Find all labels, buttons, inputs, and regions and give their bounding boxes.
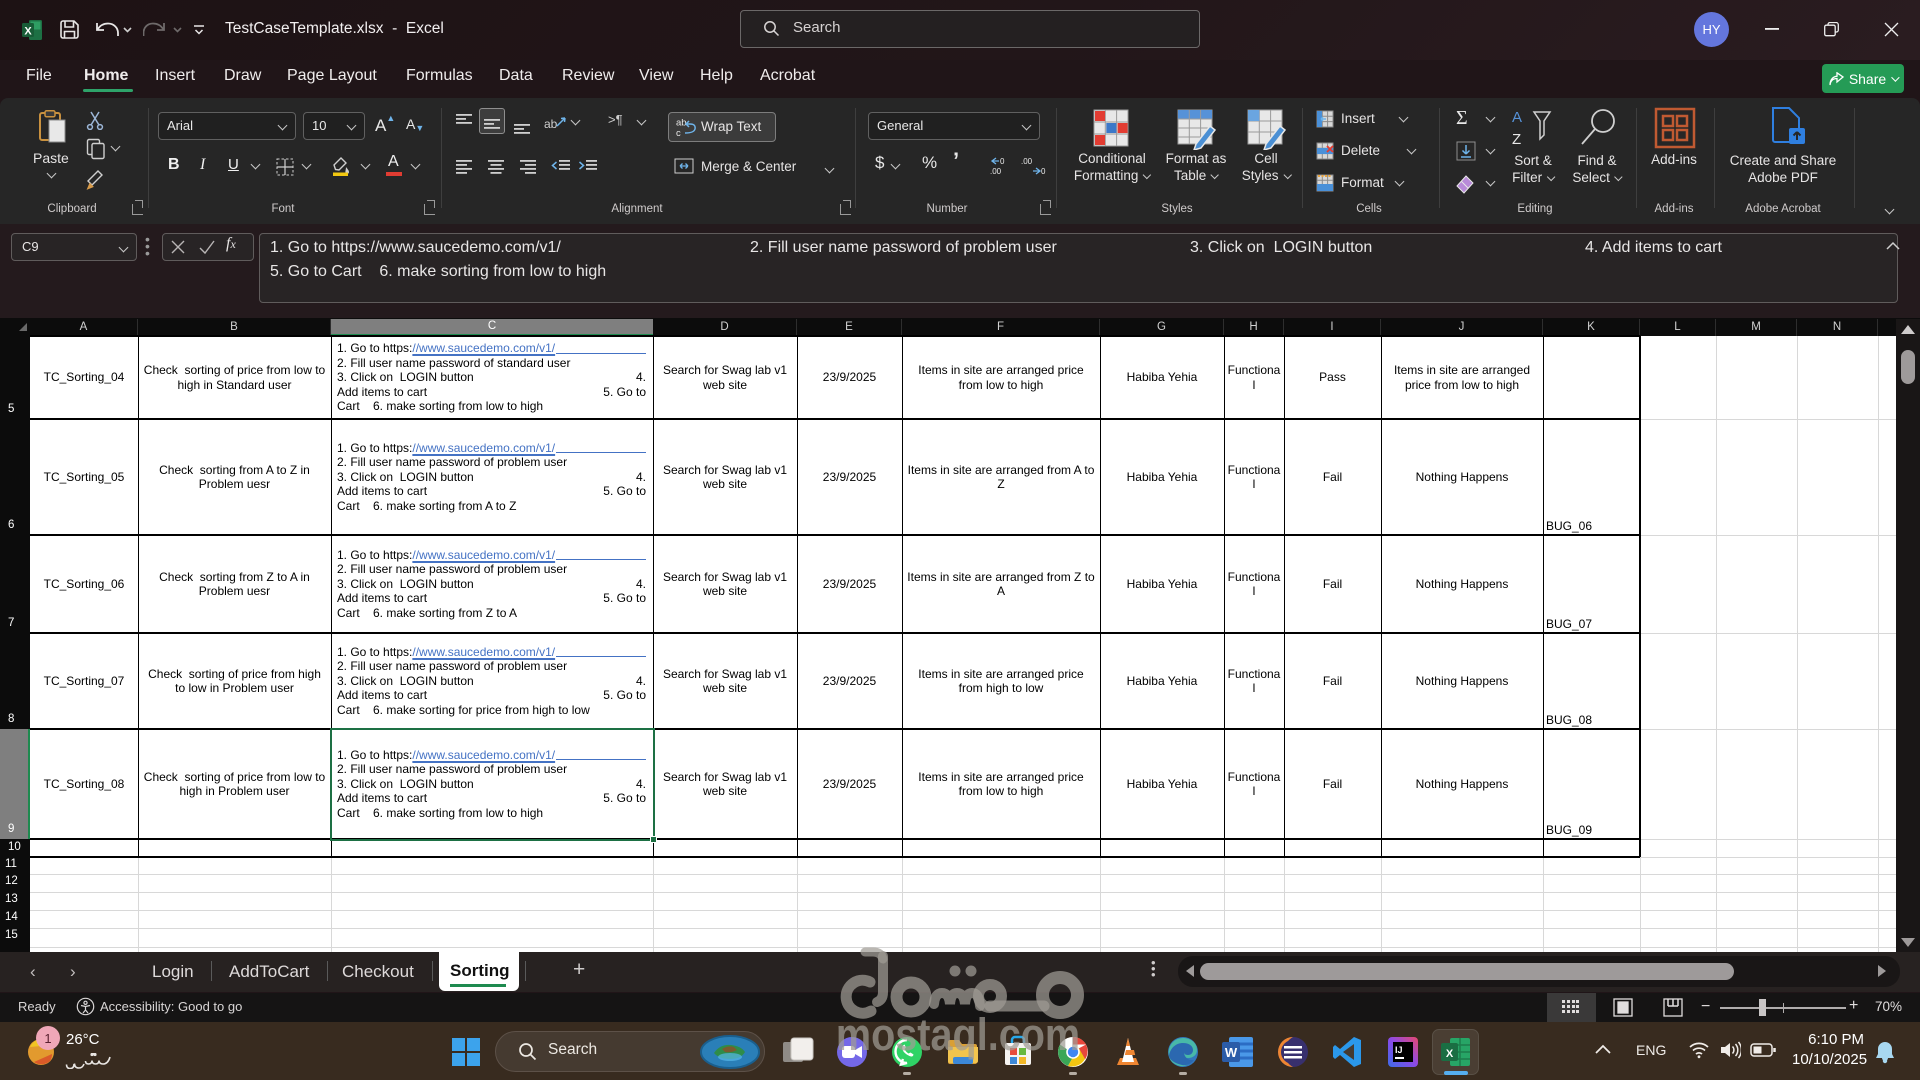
svg-text:ab: ab (544, 117, 558, 131)
svg-text:A: A (1512, 109, 1522, 126)
svg-text:X: X (1446, 1048, 1454, 1060)
svg-text:W: W (1225, 1045, 1238, 1060)
svg-text:0: 0 (1000, 157, 1005, 166)
svg-text:0: 0 (1041, 167, 1046, 176)
svg-text:ab: ab (676, 118, 687, 129)
svg-text:X: X (24, 26, 32, 38)
svg-text:IJ: IJ (1395, 1045, 1403, 1055)
svg-text:Z: Z (1512, 131, 1521, 148)
svg-text:.00: .00 (1021, 157, 1033, 166)
svg-text:.00: .00 (990, 167, 1002, 176)
svg-text:c: c (676, 128, 681, 137)
